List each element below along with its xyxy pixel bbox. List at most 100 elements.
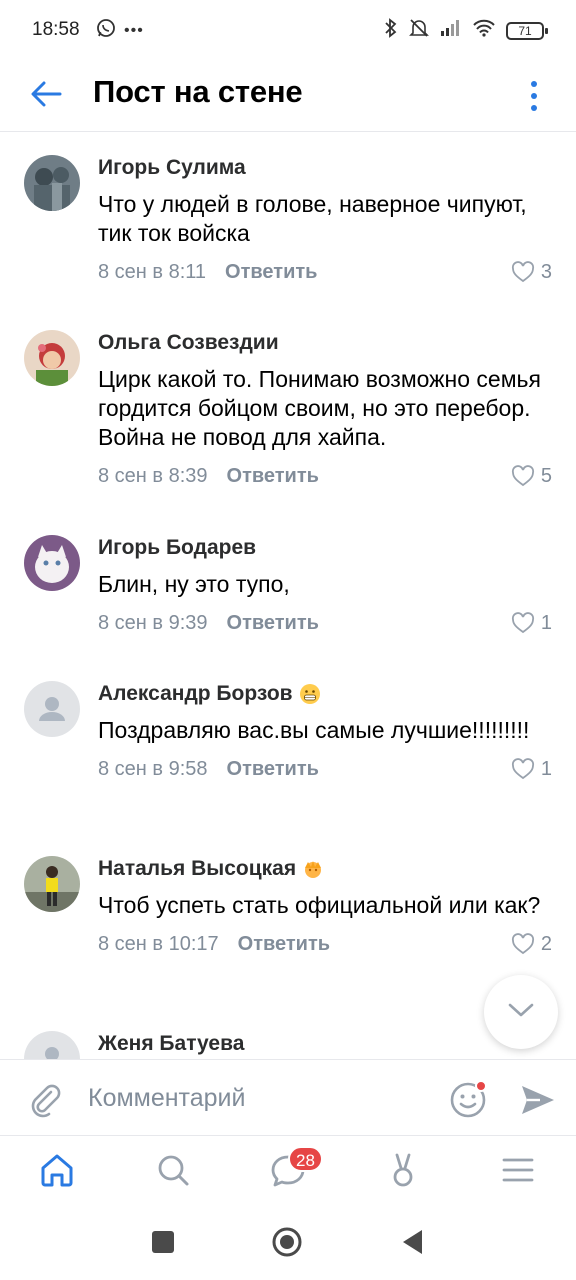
like-count: 2 [540,932,552,955]
comment-date: 8 сен в 9:58 [98,757,208,780]
recents-button[interactable] [148,1229,178,1259]
reply-button[interactable]: Ответить [227,758,319,781]
avatar[interactable] [24,535,80,591]
like-button[interactable]: 1 [511,758,552,781]
author-name[interactable]: Игорь Сулима [98,155,246,181]
heart-icon [511,612,534,634]
back-button[interactable] [26,76,66,116]
avatar[interactable] [24,155,80,211]
wifi-icon [472,19,496,42]
comment-text: Блин, ну это тупо, [98,571,290,597]
whatsapp-icon [96,18,116,43]
reply-button[interactable]: Ответить [227,612,319,635]
comment-text: Поздравляю вас.вы самые лучшие!!!!!!!!! [98,717,530,743]
more-vertical-dot [531,105,537,111]
comment-input[interactable] [88,1078,418,1118]
comment-text: Чтоб успеть стать официальной или как? [98,892,541,918]
like-button[interactable]: 1 [511,612,552,635]
reply-button[interactable]: Ответить [238,933,330,956]
comment-body: Игорь Сулима Что у людей в голове, навер… [98,155,552,285]
like-button[interactable]: 2 [511,933,552,956]
tab-home[interactable] [35,1150,79,1194]
circle-icon [271,1226,303,1263]
back-nav-button[interactable] [398,1229,428,1259]
avatar[interactable] [24,1031,80,1059]
comment-author[interactable]: Женя Батуева [98,1031,552,1057]
status-bar: 18:58 ••• 71 [0,0,576,60]
status-left-icons: ••• [96,18,144,43]
comment-composer [0,1059,576,1135]
bluetooth-icon [384,18,398,43]
like-count: 3 [540,260,552,283]
comment-author[interactable]: Александр Борзов [98,681,552,707]
clips-icon [384,1151,422,1194]
comment-text: Цирк какой то. Понимаю возможно семья го… [98,366,541,450]
heart-icon [511,758,534,780]
comment-meta: 8 сен в 9:58 Ответить 1 [98,756,552,782]
comment-author[interactable]: Игорь Бодарев [98,535,552,561]
triangle-back-icon [400,1228,426,1261]
comment-body: Женя Батуева [98,1031,552,1057]
comment-author[interactable]: Наталья Высоцкая [98,856,552,882]
comment-date: 8 сен в 8:39 [98,464,208,487]
status-right-icons: 71 [384,18,548,43]
comment-date: 8 сен в 9:39 [98,611,208,634]
heart-icon [511,465,534,487]
comment-body: Ольга Созвездии Цирк какой то. Понимаю в… [98,330,552,489]
like-button[interactable]: 5 [511,465,552,488]
comment-text: Что у людей в голове, наверное чипуют, т… [98,191,527,246]
system-nav-bar [0,1207,576,1280]
heart-icon [511,933,534,955]
reply-button[interactable]: Ответить [227,465,319,488]
signal-icon [440,19,462,42]
comment-date: 8 сен в 8:11 [98,260,207,283]
tab-menu[interactable] [496,1150,540,1194]
comment-meta: 8 сен в 8:11 Ответить 3 [98,259,552,285]
reply-button[interactable]: Ответить [225,261,317,284]
search-icon [154,1151,192,1194]
author-name[interactable]: Женя Батуева [98,1031,244,1057]
author-name[interactable]: Ольга Созвездии [98,330,279,356]
grimace-emoji-icon [299,684,320,704]
avatar[interactable] [24,856,80,912]
tab-search[interactable] [151,1150,195,1194]
like-count: 1 [540,611,552,634]
scroll-down-button[interactable] [484,975,558,1049]
avatar[interactable] [24,330,80,386]
like-count: 5 [540,464,552,487]
comment-body: Наталья Высоцкая Чтоб успеть стать офици… [98,856,552,957]
comment-meta: 8 сен в 10:17 Ответить 2 [98,931,552,957]
send-icon[interactable] [518,1080,558,1120]
comment-date: 8 сен в 10:17 [98,932,219,955]
status-time: 18:58 [32,19,80,40]
comments-list: Игорь Сулима Что у людей в голове, навер… [0,133,576,1059]
more-vertical-dot [531,93,537,99]
tab-messages[interactable]: 28 [266,1146,323,1194]
messages-badge: 28 [288,1146,323,1172]
crown-emoji-icon [305,861,322,878]
tab-clips[interactable] [381,1150,425,1194]
author-name[interactable]: Игорь Бодарев [98,535,256,561]
back-arrow-icon [30,81,62,112]
emoji-icon[interactable] [448,1078,490,1120]
more-options-button[interactable] [522,76,546,116]
comment-author[interactable]: Игорь Сулима [98,155,552,181]
comment-author[interactable]: Ольга Созвездии [98,330,552,356]
bottom-tab-bar: 28 [0,1135,576,1207]
top-app-bar: Пост на стене [0,60,576,132]
attach-icon[interactable] [24,1078,64,1118]
mute-icon [408,18,430,43]
chevron-down-icon [508,1002,534,1023]
home-button[interactable] [272,1227,302,1259]
comment-meta: 8 сен в 9:39 Ответить 1 [98,610,552,636]
avatar[interactable] [24,681,80,737]
home-icon [38,1151,76,1194]
square-icon [151,1230,175,1259]
page-title: Пост на стене [93,74,303,109]
comment-body: Игорь Бодарев Блин, ну это тупо, 8 сен в… [98,535,552,636]
author-name[interactable]: Александр Борзов [98,681,293,707]
like-button[interactable]: 3 [511,261,552,284]
battery-icon: 71 [506,21,548,40]
comment-meta: 8 сен в 8:39 Ответить 5 [98,463,552,489]
author-name[interactable]: Наталья Высоцкая [98,856,296,882]
